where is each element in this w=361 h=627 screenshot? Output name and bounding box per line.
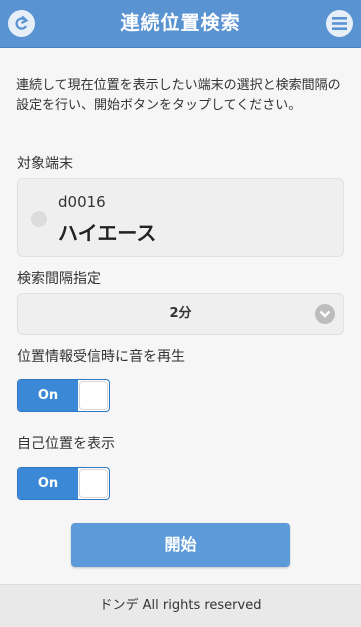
description-text: 連続して現在位置を表示したい端末の選択と検索間隔の設定を行い、開始ボタンをタップ… <box>16 78 341 113</box>
sound-toggle[interactable]: On <box>17 379 110 412</box>
start-button[interactable]: 開始 <box>71 523 290 567</box>
interval-selected-value: 2分 <box>169 306 192 321</box>
sound-toggle-state: On <box>18 380 78 411</box>
sound-toggle-knob[interactable] <box>79 381 108 410</box>
show-self-label: 自己位置を表示 <box>17 436 115 452</box>
device-option[interactable]: d0016 ハイエース <box>17 178 344 257</box>
device-name: ハイエース <box>58 221 157 245</box>
device-radio[interactable] <box>31 211 47 227</box>
menu-button[interactable] <box>326 10 353 37</box>
interval-label: 検索間隔指定 <box>17 271 101 287</box>
page-title: 連続位置検索 <box>120 12 241 34</box>
show-self-toggle-state: On <box>18 468 78 499</box>
header-bar: 連続位置検索 <box>0 0 361 48</box>
show-self-toggle[interactable]: On <box>17 467 110 500</box>
interval-select[interactable]: 2分 <box>17 293 344 335</box>
device-id: d0016 <box>58 193 106 211</box>
footer: ドンデ All rights reserved <box>0 584 361 627</box>
sound-label: 位置情報受信時に音を再生 <box>17 349 185 365</box>
target-device-label: 対象端末 <box>17 156 73 172</box>
chevron-down-icon <box>315 304 335 324</box>
menu-icon <box>332 17 347 30</box>
show-self-toggle-knob[interactable] <box>79 469 108 498</box>
